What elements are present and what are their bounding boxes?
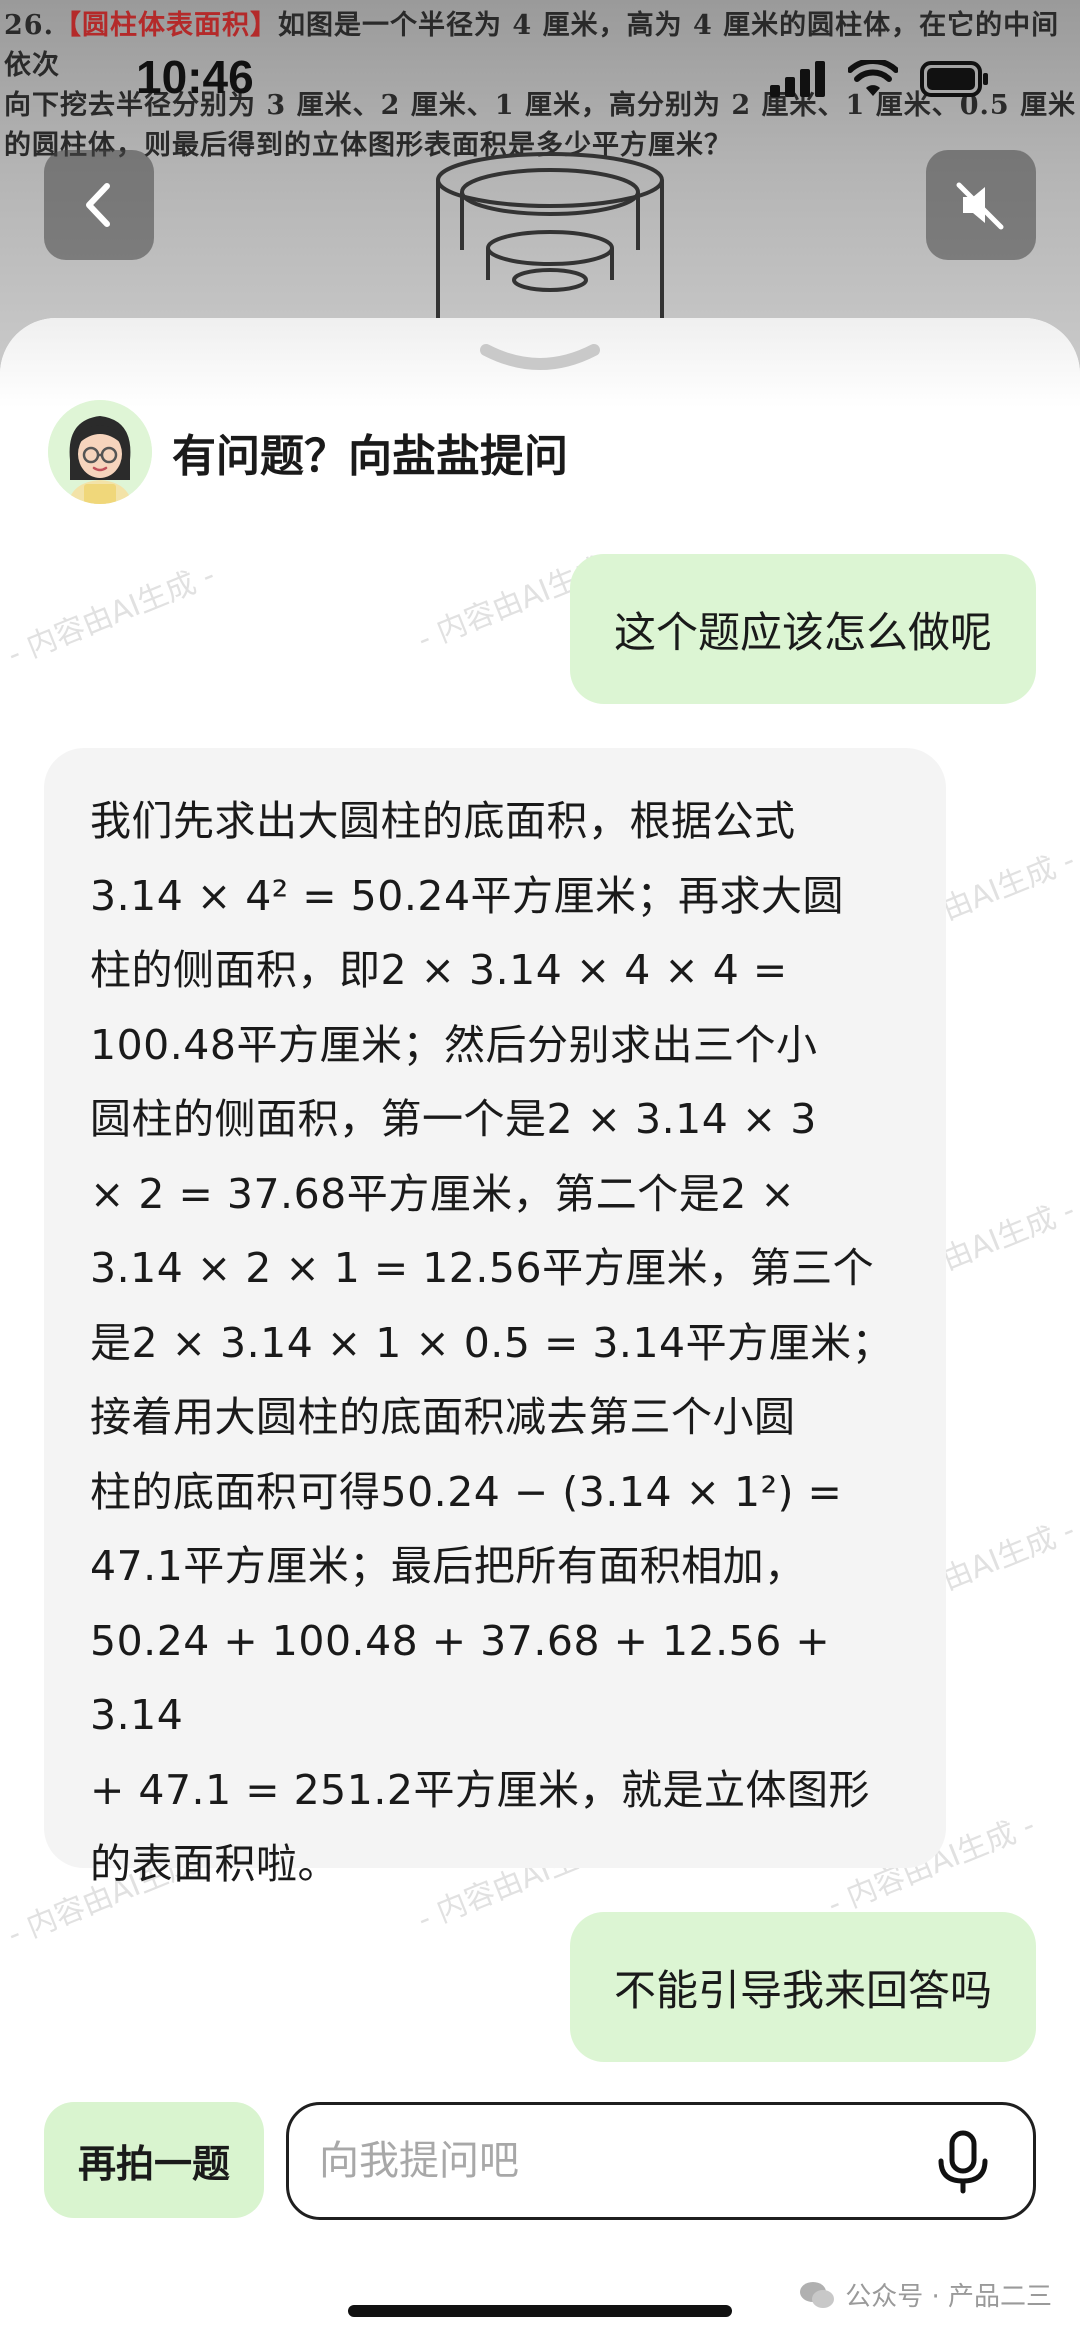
chat-title: 有问题？向盐盐提问 [172, 431, 568, 482]
speaker-muted-icon [956, 182, 1004, 230]
ai-message-line: 柱的侧面积，即2 × 3.14 × 4 × 4 = [90, 946, 788, 994]
mute-button[interactable] [926, 150, 1036, 260]
ask-input-box [286, 2102, 1036, 2220]
ai-message: 我们先求出大圆柱的底面积，根据公式 3.14 × 4² = 50.24平方厘米；… [44, 748, 946, 1888]
battery-icon [920, 61, 988, 97]
microphone-icon[interactable] [933, 2129, 993, 2195]
ai-message-line: 3.14 × 4² = 50.24平方厘米；再求大圆 [90, 871, 845, 920]
cylinder-diagram [436, 152, 664, 340]
ai-message-line: 50.24 + 100.48 + 37.68 + 12.56 + 3.14 [90, 1616, 831, 1740]
user-message: 这个题应该怎么做呢 [569, 554, 1036, 704]
wechat-mark-text: 公众号 · 产品二三 [845, 2282, 1052, 2312]
home-indicator[interactable] [348, 2305, 732, 2317]
retake-photo-button[interactable]: 再拍一题 [44, 2102, 264, 2218]
user-message: 不能引导我来回答吗 [569, 1912, 1036, 2062]
question-tag: 【圆柱体表面积】 [53, 10, 278, 41]
status-time: 10:46 [136, 51, 254, 103]
chevron-down-icon[interactable] [478, 340, 602, 380]
avatar [48, 400, 152, 504]
ai-message-line: 接着用大圆柱的底面积减去第三个小圆 [90, 1393, 796, 1441]
ai-message-line: × 2 = 37.68平方厘米，第二个是2 × [90, 1169, 796, 1218]
ai-message-line: 100.48平方厘米；然后分别求出三个小 [90, 1020, 818, 1069]
ai-message-line: 是2 × 3.14 × 1 × 0.5 = 3.14平方厘米； [90, 1318, 894, 1367]
wechat-icon [800, 2281, 835, 2308]
cellular-signal-icon [770, 61, 825, 97]
ai-message-line: 47.1平方厘米；最后把所有面积相加， [90, 1542, 806, 1590]
back-button[interactable] [44, 150, 154, 260]
ai-message-line: 的表面积啦。 [90, 1840, 339, 1888]
question-number: 26. [4, 10, 54, 41]
chevron-left-icon [86, 183, 110, 227]
status-icons [770, 60, 990, 98]
ai-message-line: + 47.1 = 251.2平方厘米，就是立体图形 [90, 1765, 870, 1814]
chat-header: 有问题？向盐盐提问 [48, 400, 568, 504]
ai-message-line: 圆柱的侧面积，第一个是2 × 3.14 × 3 [90, 1095, 817, 1143]
ai-message-text: 我们先求出大圆柱的底面积，根据公式 3.14 × 4² = 50.24平方厘米；… [90, 784, 906, 1902]
ai-message-line: 我们先求出大圆柱的底面积，根据公式 [90, 797, 796, 845]
girl-avatar-icon [48, 400, 152, 504]
wifi-icon [848, 60, 898, 96]
ask-input[interactable] [319, 2138, 879, 2184]
ai-message-line: 3.14 × 2 × 1 = 12.56平方厘米，第三个 [90, 1244, 875, 1292]
wechat-watermark: 公众号 · 产品二三 [799, 2276, 1052, 2313]
ai-message-line: 柱的底面积可得50.24 − (3.14 × 1²) = [90, 1467, 843, 1516]
